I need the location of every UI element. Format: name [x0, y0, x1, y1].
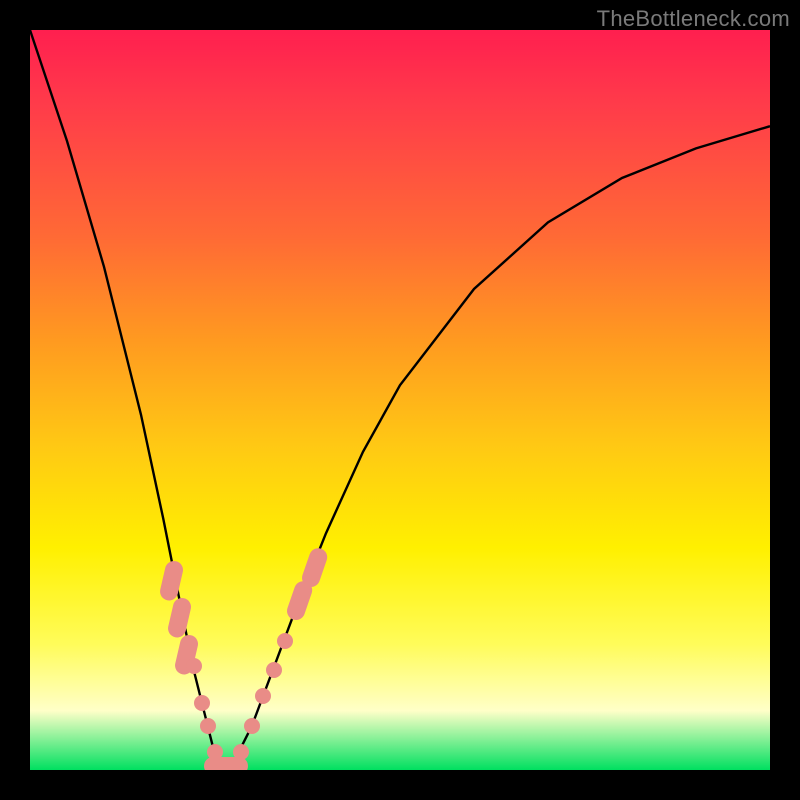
marker-dot [255, 688, 271, 704]
marker-dot [200, 718, 216, 734]
chart-frame: TheBottleneck.com [0, 0, 800, 800]
watermark-text: TheBottleneck.com [597, 6, 790, 32]
plot-area [30, 30, 770, 770]
marker-dot [244, 718, 260, 734]
curve-svg [30, 30, 770, 770]
marker-dot [233, 744, 249, 760]
bottleneck-curve-path [30, 30, 770, 770]
marker-dot [277, 633, 293, 649]
marker-dot [194, 695, 210, 711]
